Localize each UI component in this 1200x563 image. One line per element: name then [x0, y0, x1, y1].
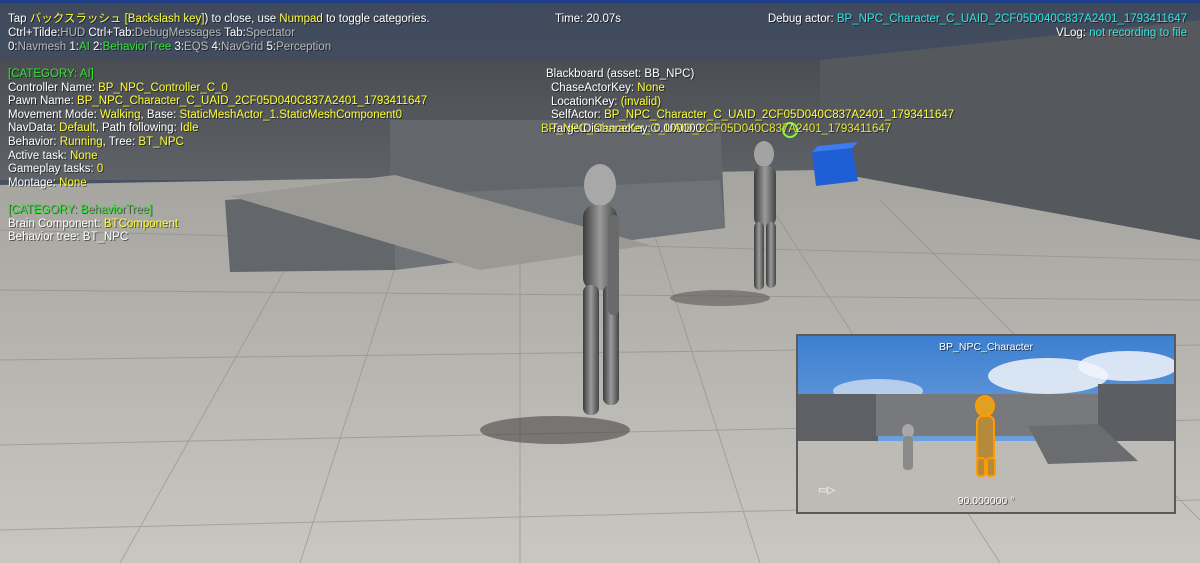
hud-text-segment: Perception — [276, 41, 332, 53]
hud-text-segment: NavData: — [8, 122, 60, 135]
hud-text-segment: Idle — [179, 122, 199, 135]
hud-text-segment: BTComponent — [103, 217, 179, 230]
hud-text-segment: Tab: — [221, 27, 246, 39]
category-ai-heading: [CATEGORY: AI] — [8, 68, 94, 80]
hud-text-segment: 4: — [208, 41, 222, 53]
behaviortree-info-lines: Brain Component: BTComponent Behavior tre… — [8, 218, 427, 245]
hud-text-segment: None — [70, 149, 98, 162]
hud-text-segment: BP_NPC_Character_C_UAID_2CF05D040C837A24… — [604, 109, 955, 122]
hud-text-segment: Behavior tree: BT_NPC — [8, 231, 129, 244]
hud-text-segment: DebugMessages — [134, 27, 222, 39]
hud-info-line: Gameplay tasks: 0 — [8, 163, 427, 177]
hud-text-segment: Controller Name: — [8, 81, 99, 94]
hud-text-segment: Ctrl+Tilde: — [8, 27, 61, 39]
actor-overhead-label: BP_NPC_Character_C_UAID_2CF05D040C837A24… — [541, 123, 892, 135]
pip-camera-view[interactable]: BP_NPC_Character ▭▷ 90.000000 ° — [796, 334, 1176, 514]
hud-text-segment: Gameplay tasks: — [8, 163, 97, 176]
hud-text-segment: HUD — [60, 27, 86, 39]
hud-info-line: Active task: None — [8, 150, 427, 164]
hud-text-segment: Tap — [8, 13, 30, 25]
hud-info-line: Controller Name: BP_NPC_Controller_C_0 — [8, 82, 427, 96]
hud-text-segment: Running — [59, 135, 103, 148]
hud-text-segment: Spectator — [245, 27, 296, 39]
debug-actor-value: BP_NPC_Character_C_UAID_2CF05D040C837A24… — [836, 13, 1187, 25]
hud-text-segment: Default — [59, 122, 96, 135]
hud-text-segment: 5: — [263, 41, 277, 53]
hud-text-segment: (invalid) — [620, 95, 661, 108]
hud-text-segment: 0: — [8, 41, 18, 53]
hud-text-segment: Behavior: — [8, 135, 60, 148]
hud-text-segment: Ctrl+Tab: — [85, 27, 135, 39]
hud-info-line: Montage: None — [8, 177, 427, 191]
hud-text-segment: SelfActor: — [551, 109, 605, 122]
hud-text-segment: Brain Component: — [8, 217, 104, 230]
hud-text-segment: BP_NPC_Controller_C_0 — [98, 81, 228, 94]
debug-actor-readout: Debug actor: BP_NPC_Character_C_UAID_2CF… — [768, 13, 1187, 27]
hud-text-segment: 3: — [171, 41, 185, 53]
hud-info-line: Pawn Name: BP_NPC_Character_C_UAID_2CF05… — [8, 95, 427, 109]
hud-text-segment: Numpad — [279, 13, 323, 25]
hud-text-segment: Montage: — [8, 176, 60, 189]
hud-text-segment: Movement Mode: — [8, 108, 101, 121]
vlog-value: not recording to file — [1089, 27, 1187, 39]
vlog-label: VLog: — [1055, 27, 1090, 39]
hud-text-segment: EQS — [184, 41, 209, 53]
hud-text-segment: Navmesh — [17, 41, 67, 53]
hud-info-line: LocationKey: (invalid) — [551, 96, 954, 110]
ai-debug-panel: [CATEGORY: AI] Controller Name: BP_NPC_C… — [8, 68, 427, 245]
hud-text-segment: to toggle categories. — [322, 13, 430, 25]
hud-text-segment: ChaseActorKey: — [551, 82, 638, 94]
hud-text-segment: 1: — [66, 41, 79, 53]
hud-info-line: ChaseActorKey: None — [551, 82, 954, 96]
hud-text-segment: , Tree: — [102, 135, 139, 148]
category-behaviortree-heading: [CATEGORY: BehaviorTree] — [8, 203, 153, 216]
hud-text-segment: 2: — [89, 41, 103, 53]
hud-text-segment: NavGrid — [221, 41, 264, 53]
window-top-border — [0, 0, 1200, 3]
hud-text-segment: AI — [78, 41, 90, 53]
hud-info-line: Brain Component: BTComponent — [8, 218, 427, 232]
help-line-shortcuts: Ctrl+Tilde:HUD Ctrl+Tab:DebugMessages Ta… — [8, 27, 295, 41]
time-readout: Time: 20.07s — [555, 13, 622, 25]
blackboard-title: Blackboard (asset: BB_NPC) — [546, 68, 695, 80]
hud-text-segment: BehaviorTree — [102, 41, 172, 53]
hud-text-segment: バックスラッシュ [Backslash key] — [29, 13, 205, 25]
hud-info-line: Behavior tree: BT_NPC — [8, 231, 427, 245]
hud-text-segment: , Base: — [140, 108, 180, 121]
hud-text-segment: StaticMeshActor_1.StaticMeshComponent0 — [179, 108, 402, 121]
ai-info-lines: Controller Name: BP_NPC_Controller_C_0 Pa… — [8, 82, 427, 191]
hud-text-segment: LocationKey: — [551, 95, 621, 108]
hud-info-line: Behavior: Running, Tree: BT_NPC — [8, 136, 427, 150]
hud-text-segment: 0 — [96, 163, 104, 176]
hud-text-segment: Active task: — [8, 149, 70, 162]
hud-text-segment: BP_NPC_Character_C_UAID_2CF05D040C837A24… — [77, 95, 428, 108]
hud-text-segment: None — [637, 82, 665, 94]
hud-text-segment: None — [59, 176, 87, 189]
pip-title: BP_NPC_Character — [939, 341, 1033, 353]
hud-info-line: Movement Mode: Walking, Base: StaticMesh… — [8, 109, 427, 123]
hud-info-line: NavData: Default, Path following: Idle — [8, 122, 427, 136]
hud-text-segment: Walking — [100, 108, 141, 121]
hud-text-segment: , Path following: — [95, 122, 180, 135]
hud-text-segment: BT_NPC — [138, 135, 184, 148]
debug-actor-label: Debug actor: — [767, 13, 837, 25]
hud-text-segment: ) to close, use — [204, 13, 280, 25]
category-toggle-line: 0:Navmesh 1:AI 2:BehaviorTree 3:EQS 4:Na… — [8, 41, 331, 55]
help-line-close: Tap バックスラッシュ [Backslash key]) to close, … — [8, 13, 430, 27]
hud-text-segment: Pawn Name: — [8, 95, 78, 108]
pip-fov-readout: 90.000000 ° — [957, 495, 1015, 507]
vlog-status: VLog: not recording to file — [1056, 27, 1187, 41]
hud-info-line: SelfActor: BP_NPC_Character_C_UAID_2CF05… — [551, 109, 954, 123]
